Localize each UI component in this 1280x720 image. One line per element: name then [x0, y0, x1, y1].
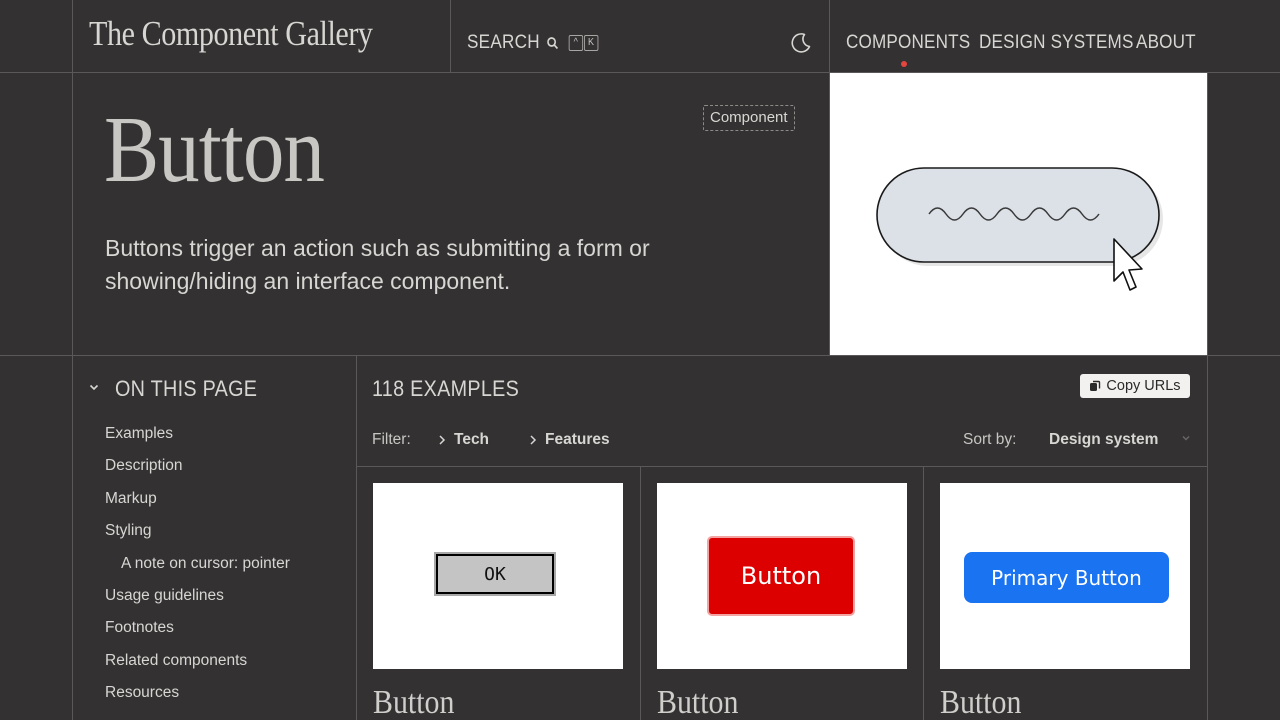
example-card-title-2[interactable]: Button — [657, 684, 738, 720]
ok-button-preview: OK — [436, 554, 554, 594]
chevron-down-icon — [1182, 436, 1190, 441]
search-button[interactable]: SEARCH ^ K — [467, 32, 599, 54]
page: The Component Gallery SEARCH ^ K COMPONE… — [0, 0, 1280, 720]
card-divider-1 — [640, 466, 641, 720]
chevron-right-icon — [439, 435, 446, 445]
toc-item-usage-guidelines[interactable]: Usage guidelines — [105, 587, 224, 605]
button-illustration — [876, 167, 1163, 291]
right-border — [1207, 72, 1208, 720]
toc-item-styling[interactable]: Styling — [105, 522, 152, 540]
copy-urls-button[interactable]: Copy URLs — [1080, 374, 1190, 398]
filter-features-label: Features — [545, 431, 610, 448]
page-title: Button — [104, 98, 325, 202]
example-card-preview-1[interactable]: OK — [373, 483, 623, 669]
filter-label: Filter: — [372, 431, 411, 448]
toc-item-footnotes[interactable]: Footnotes — [105, 619, 174, 637]
search-label: SEARCH — [467, 32, 540, 53]
examples-count: 118 EXAMPLES — [372, 376, 520, 401]
nav-about[interactable]: ABOUT — [1136, 32, 1196, 54]
sort-select[interactable]: Design system — [1049, 431, 1191, 449]
toc-heading[interactable]: ON THIS PAGE — [115, 376, 257, 402]
nav-components[interactable]: COMPONENTS — [846, 32, 970, 54]
copy-icon — [1090, 380, 1101, 391]
left-border — [72, 0, 73, 720]
site-title[interactable]: The Component Gallery — [89, 14, 373, 54]
example-card-title-1[interactable]: Button — [373, 684, 454, 720]
primary-button-preview: Primary Button — [964, 552, 1169, 603]
filter-features[interactable]: Features — [529, 431, 610, 449]
toc-item-cursor-note[interactable]: A note on cursor: pointer — [121, 555, 290, 573]
ctrl-key: ^ — [568, 35, 584, 51]
toc-item-examples[interactable]: Examples — [105, 425, 173, 443]
chevron-down-icon[interactable] — [88, 381, 100, 393]
example-card-preview-3[interactable]: Primary Button — [940, 483, 1190, 669]
filter-tech[interactable]: Tech — [438, 431, 489, 449]
toolbar-divider — [357, 466, 1207, 467]
toc-item-resources[interactable]: Resources — [105, 684, 179, 702]
toc-item-markup[interactable]: Markup — [105, 490, 157, 508]
card-divider-2 — [923, 466, 924, 720]
active-nav-indicator — [901, 61, 907, 67]
header-separator-1 — [450, 0, 451, 72]
category-badge: Component — [703, 105, 795, 131]
example-card-title-3[interactable]: Button — [940, 684, 1021, 720]
k-key: K — [583, 35, 599, 51]
hero-divider — [0, 355, 1280, 356]
toc-item-related-components[interactable]: Related components — [105, 652, 247, 670]
copy-urls-label: Copy URLs — [1106, 378, 1181, 394]
example-card-preview-2[interactable]: Button — [657, 483, 907, 669]
toc-item-description[interactable]: Description — [105, 457, 183, 475]
sort-label: Sort by: — [963, 431, 1017, 448]
nav-design-systems[interactable]: DESIGN SYSTEMS — [979, 32, 1134, 54]
red-button-preview: Button — [707, 536, 855, 616]
search-icon — [547, 37, 559, 50]
hero-illustration — [830, 73, 1207, 355]
chevron-right-icon — [530, 435, 537, 445]
filter-tech-label: Tech — [454, 431, 490, 448]
page-description: Buttons trigger an action such as submit… — [105, 235, 650, 294]
sort-value: Design system — [1049, 431, 1159, 448]
moon-icon[interactable] — [789, 31, 813, 55]
sidebar-border — [356, 355, 357, 720]
